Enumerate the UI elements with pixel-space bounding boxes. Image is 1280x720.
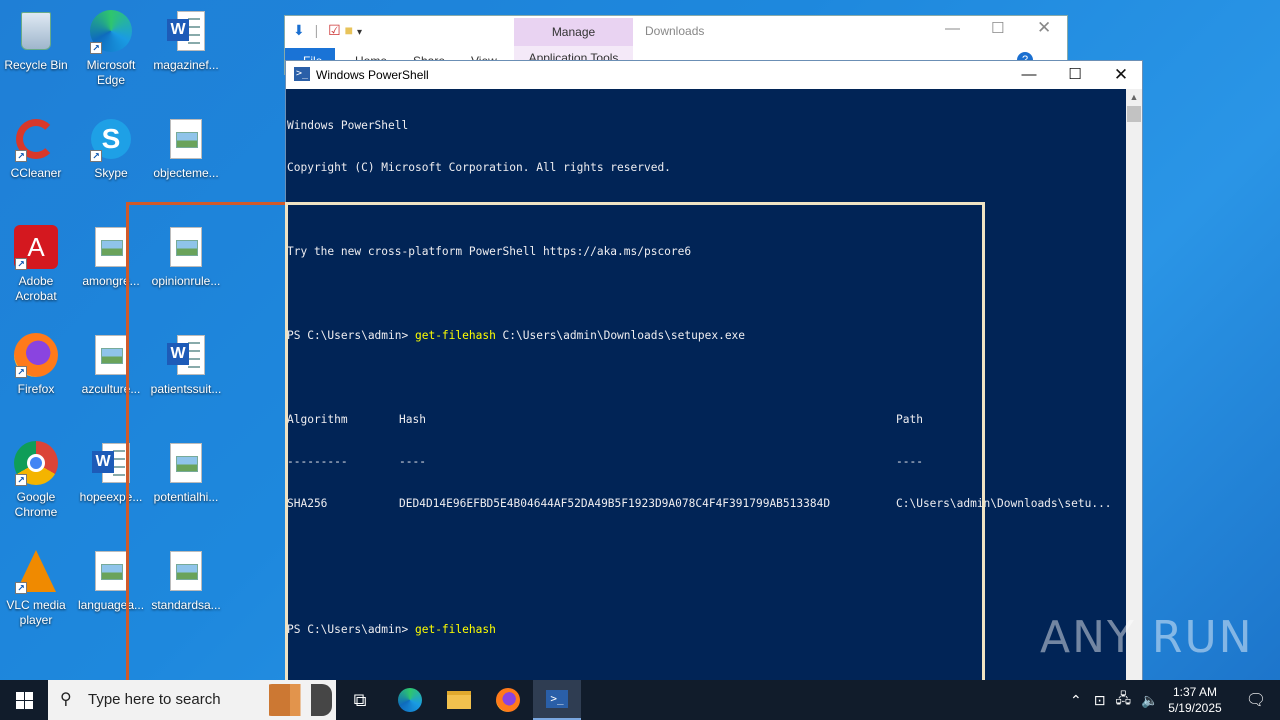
scroll-up-icon[interactable]: ▲ <box>1126 89 1142 105</box>
desktop-icon-label: Google Chrome <box>14 490 58 519</box>
image-file-icon <box>163 116 209 162</box>
desktop-icon-label: Recycle Bin <box>4 58 68 72</box>
close-button[interactable]: ✕ <box>1098 61 1144 89</box>
powershell-icon: >_ <box>546 690 568 708</box>
desktop-icon-ccleaner[interactable]: ↗ CCleaner <box>0 116 72 181</box>
desktop-icon-label: Adobe Acrobat <box>15 274 57 303</box>
notification-icon: 🗨 <box>1245 692 1267 709</box>
taskbar-firefox[interactable] <box>484 680 532 720</box>
desktop-icon-edge[interactable]: ↗ Microsoft Edge <box>75 8 147 88</box>
edge-icon: ↗ <box>88 8 134 54</box>
desktop-icon-label: objecteme... <box>153 166 219 180</box>
quick-access-toolbar[interactable]: ⬇ | ☑ ■ ▾ <box>293 22 362 39</box>
desktop-icon-google-chrome[interactable]: ↗ Google Chrome <box>0 440 72 520</box>
minimize-button[interactable]: — <box>1006 61 1052 89</box>
new-folder-icon[interactable]: ■ <box>345 22 353 38</box>
desktop-icon-vlc[interactable]: ↗ VLC media player <box>0 548 72 628</box>
powershell-icon: >_ <box>294 67 310 81</box>
highlight-frame-tan <box>285 202 985 720</box>
skype-icon: S ↗ <box>88 116 134 162</box>
chrome-icon: ↗ <box>13 440 59 486</box>
window-title: Windows PowerShell <box>316 68 429 82</box>
taskbar-file-explorer[interactable] <box>435 680 483 720</box>
taskbar: ⚲ Type here to search ⧉ >_ ⌃ ⊡ 🖧 🔈 1:37 … <box>0 680 1280 720</box>
download-arrow-icon[interactable]: ⬇ <box>293 22 305 38</box>
search-highlight-image <box>262 684 332 716</box>
desktop-icon-label: Firefox <box>17 382 55 396</box>
powershell-titlebar[interactable]: >_ Windows PowerShell — ☐ ✕ <box>286 61 1142 89</box>
edge-icon <box>398 688 422 712</box>
windows-logo-icon <box>15 691 33 709</box>
desktop-icon-skype[interactable]: S ↗ Skype <box>75 116 147 181</box>
taskbar-search-box[interactable]: ⚲ Type here to search <box>48 680 336 720</box>
taskbar-edge[interactable] <box>386 680 434 720</box>
network-device-icon[interactable]: ⊡ <box>1094 692 1106 709</box>
console-line: Windows PowerShell <box>287 119 409 132</box>
anyrun-watermark: ANY RUN <box>1040 612 1254 663</box>
volume-icon[interactable]: 🔈 <box>1141 692 1158 709</box>
desktop-icon-label: magazinef... <box>153 58 219 72</box>
recycle-bin-icon <box>13 8 59 54</box>
system-tray: ⌃ ⊡ 🖧 🔈 <box>1070 680 1159 720</box>
clock-date: 5/19/2025 <box>1168 701 1222 715</box>
maximize-icon[interactable]: ☐ <box>991 19 1004 37</box>
folder-icon <box>447 691 471 709</box>
desktop-icon-label: Skype <box>94 166 128 180</box>
vertical-scrollbar[interactable]: ▲ <box>1126 89 1142 681</box>
desktop-icon-label: VLC media player <box>6 598 66 627</box>
vlc-icon: ↗ <box>13 548 59 594</box>
acrobat-icon: A ↗ <box>13 224 59 270</box>
clock-time: 1:37 AM <box>1172 685 1218 699</box>
start-button[interactable] <box>0 680 48 720</box>
console-line: Copyright (C) Microsoft Corporation. All… <box>287 161 671 174</box>
word-document-icon: W <box>163 8 209 54</box>
task-view-button[interactable]: ⧉ <box>336 680 384 720</box>
firefox-icon: ↗ <box>13 332 59 378</box>
taskbar-clock[interactable]: 1:37 AM 5/19/2025 <box>1160 684 1230 716</box>
task-view-icon: ⧉ <box>353 689 367 710</box>
ccleaner-icon: ↗ <box>13 116 59 162</box>
desktop-icon-firefox[interactable]: ↗ Firefox <box>0 332 72 397</box>
show-hidden-icons-chevron-icon[interactable]: ⌃ <box>1070 692 1082 709</box>
network-icon[interactable]: 🖧 <box>1115 688 1131 712</box>
desktop-icon-label: CCleaner <box>10 166 62 180</box>
scrollbar-thumb[interactable] <box>1127 106 1141 122</box>
taskbar-powershell[interactable]: >_ <box>533 680 581 720</box>
maximize-button[interactable]: ☐ <box>1052 61 1098 89</box>
close-icon[interactable]: ✕ <box>1037 18 1051 38</box>
desktop-icon-magazinef[interactable]: W magazinef... <box>150 8 222 73</box>
minimize-icon[interactable]: — <box>945 20 960 37</box>
desktop-icon-objecteme[interactable]: objecteme... <box>150 116 222 181</box>
properties-icon[interactable]: ☑ <box>328 22 341 38</box>
tab-manage[interactable]: Manage <box>514 18 633 46</box>
explorer-title: Downloads <box>645 24 705 38</box>
highlight-frame-orange <box>126 202 286 720</box>
firefox-icon <box>496 688 520 712</box>
desktop-icon-recycle-bin[interactable]: Recycle Bin <box>0 8 72 73</box>
search-icon: ⚲ <box>60 691 72 708</box>
desktop-icon-label: Microsoft Edge <box>86 58 136 87</box>
notification-center-button[interactable]: 🗨 <box>1232 680 1280 720</box>
desktop-icon-adobe-acrobat[interactable]: A ↗ Adobe Acrobat <box>0 224 72 304</box>
chevron-down-icon[interactable]: ▾ <box>357 27 362 38</box>
search-placeholder: Type here to search <box>88 691 221 708</box>
